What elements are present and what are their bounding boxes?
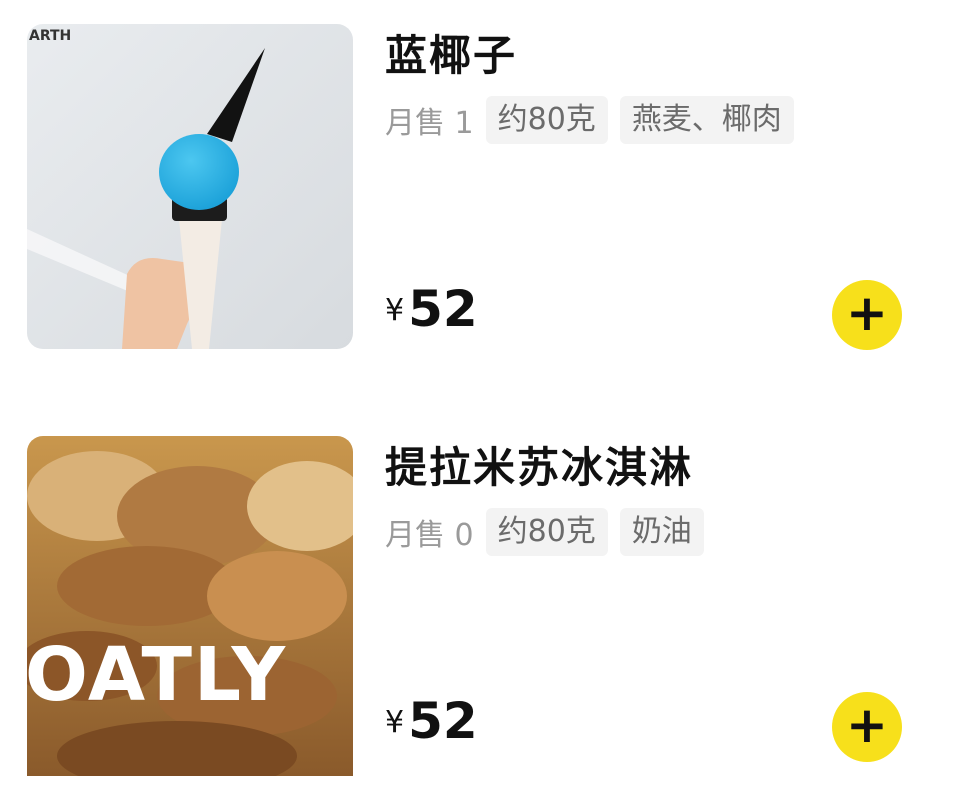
product-card[interactable]: ARTH 蓝椰子 月售 1 约80克 燕麦、椰肉 ¥52 + [0,0,969,360]
product-image[interactable]: OATLY [27,436,353,776]
weight-tag: 约80克 [485,508,608,556]
add-to-cart-button[interactable]: + [832,280,902,350]
plus-icon: + [846,284,888,342]
product-meta: 月售 0 约80克 奶油 [385,508,716,556]
product-title: 蓝椰子 [385,31,518,80]
image-logo-text: OATLY [27,632,287,718]
ice-cream-cone-photo: ARTH [27,24,353,349]
price-amount: 52 [408,280,478,338]
price: ¥52 [385,280,478,338]
tiramisu-photo: OATLY [27,436,353,776]
currency-symbol: ¥ [385,293,405,328]
product-image[interactable]: ARTH [27,24,353,349]
add-to-cart-button[interactable]: + [832,692,902,762]
product-meta: 月售 1 约80克 燕麦、椰肉 [385,96,806,144]
image-logo-text: ARTH [29,28,71,44]
weight-tag: 约80克 [485,96,608,144]
price-amount: 52 [408,692,478,750]
ingredient-tag: 燕麦、椰肉 [619,96,794,144]
currency-symbol: ¥ [385,705,405,740]
price: ¥52 [385,692,478,750]
monthly-sales: 月售 0 [385,518,474,553]
plus-icon: + [846,696,888,754]
product-title: 提拉米苏冰淇淋 [385,443,694,492]
ingredient-tag: 奶油 [619,508,704,556]
monthly-sales: 月售 1 [385,106,474,141]
product-card[interactable]: OATLY 提拉米苏冰淇淋 月售 0 约80克 奶油 ¥52 + [0,412,969,776]
